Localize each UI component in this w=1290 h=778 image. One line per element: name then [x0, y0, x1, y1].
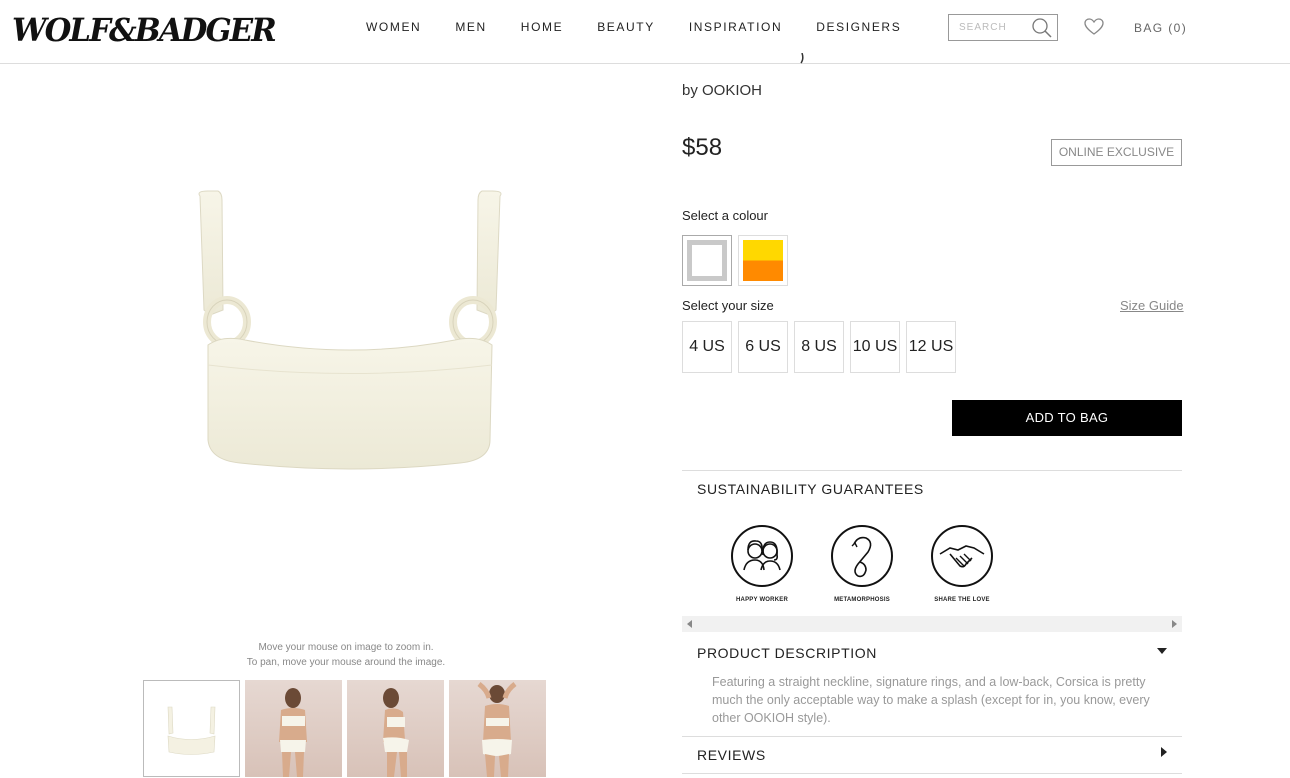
- guarantee-metamorphosis[interactable]: METAMORPHOSIS: [830, 524, 894, 603]
- search-box: [948, 14, 1058, 41]
- nav-beauty[interactable]: BEAUTY: [597, 20, 655, 34]
- size-label: Select your size: [682, 298, 774, 313]
- colour-swatch-yellow[interactable]: [738, 235, 788, 286]
- size-guide-link[interactable]: Size Guide: [1120, 298, 1184, 313]
- reviews-title[interactable]: REVIEWS: [697, 747, 766, 763]
- size-option-4[interactable]: 4 US: [682, 321, 732, 373]
- add-to-bag-button[interactable]: ADD TO BAG: [952, 400, 1182, 436]
- wishlist-heart-icon[interactable]: [1084, 18, 1104, 41]
- main-nav: WOMEN MEN HOME BEAUTY INSPIRATION DESIGN…: [366, 20, 935, 34]
- search-input[interactable]: [949, 15, 1029, 40]
- search-icon[interactable]: [1031, 17, 1053, 44]
- divider: [682, 470, 1182, 471]
- scroll-right-arrow-icon[interactable]: [1172, 620, 1177, 628]
- size-options: 4 US 6 US 8 US 10 US 12 US: [682, 321, 962, 373]
- size-option-6[interactable]: 6 US: [738, 321, 788, 373]
- product-description-title[interactable]: PRODUCT DESCRIPTION: [697, 645, 877, 661]
- product-price: $58: [682, 134, 723, 161]
- share-the-love-label: SHARE THE LOVE: [934, 597, 990, 603]
- product-description-text: Featuring a straight neckline, signature…: [712, 675, 1150, 725]
- metamorphosis-label: METAMORPHOSIS: [834, 597, 890, 603]
- nav-inspiration[interactable]: INSPIRATION: [689, 20, 782, 34]
- thumbnail-3[interactable]: [347, 680, 444, 777]
- zoom-hint-line-2: To pan, move your mouse around the image…: [246, 657, 446, 668]
- designer-line[interactable]: by OOKIOH: [682, 82, 762, 99]
- scroll-left-arrow-icon[interactable]: [687, 620, 692, 628]
- nav-home[interactable]: HOME: [521, 20, 563, 34]
- nav-women[interactable]: WOMEN: [366, 20, 421, 34]
- happy-worker-icon: [730, 525, 794, 592]
- size-option-10[interactable]: 10 US: [850, 321, 900, 373]
- thumbnail-2[interactable]: [245, 680, 342, 777]
- thumbnail-strip: [143, 680, 551, 777]
- sustainability-title: SUSTAINABILITY GUARANTEES: [697, 481, 924, 497]
- thumbnail-1[interactable]: [143, 680, 240, 777]
- divider: [682, 773, 1182, 774]
- chevron-down-icon[interactable]: [1157, 648, 1167, 654]
- colour-swatch-white[interactable]: [682, 235, 732, 286]
- nav-men[interactable]: MEN: [455, 20, 486, 34]
- zoom-hint-line-1: Move your mouse on image to zoom in.: [258, 642, 434, 653]
- guarantee-share-the-love[interactable]: SHARE THE LOVE: [930, 524, 994, 603]
- handshake-icon: [930, 525, 994, 592]
- product-title-cut-off: [682, 52, 822, 64]
- divider: [682, 736, 1182, 737]
- metamorphosis-icon: [830, 525, 894, 592]
- colour-label: Select a colour: [682, 208, 768, 223]
- happy-worker-label: HAPPY WORKER: [736, 597, 788, 603]
- nav-designers[interactable]: DESIGNERS: [816, 20, 901, 34]
- thumbnail-4[interactable]: [449, 680, 546, 777]
- online-exclusive-badge: ONLINE EXCLUSIVE: [1051, 139, 1182, 166]
- bag-link[interactable]: BAG (0): [1134, 21, 1187, 35]
- size-option-12[interactable]: 12 US: [906, 321, 956, 373]
- product-main-image[interactable]: [160, 160, 540, 500]
- site-logo[interactable]: WOLF&BADGER: [12, 11, 277, 49]
- site-header: WOLF&BADGER WOMEN MEN HOME BEAUTY INSPIR…: [0, 0, 1290, 64]
- size-option-8[interactable]: 8 US: [794, 321, 844, 373]
- zoom-hint: Move your mouse on image to zoom in. To …: [146, 640, 546, 670]
- horizontal-scrollbar[interactable]: [682, 616, 1182, 632]
- chevron-right-icon[interactable]: [1161, 747, 1167, 757]
- white-swatch-fill: [687, 240, 727, 281]
- yellow-swatch-fill: [743, 240, 783, 281]
- guarantee-happy-worker[interactable]: HAPPY WORKER: [730, 524, 794, 603]
